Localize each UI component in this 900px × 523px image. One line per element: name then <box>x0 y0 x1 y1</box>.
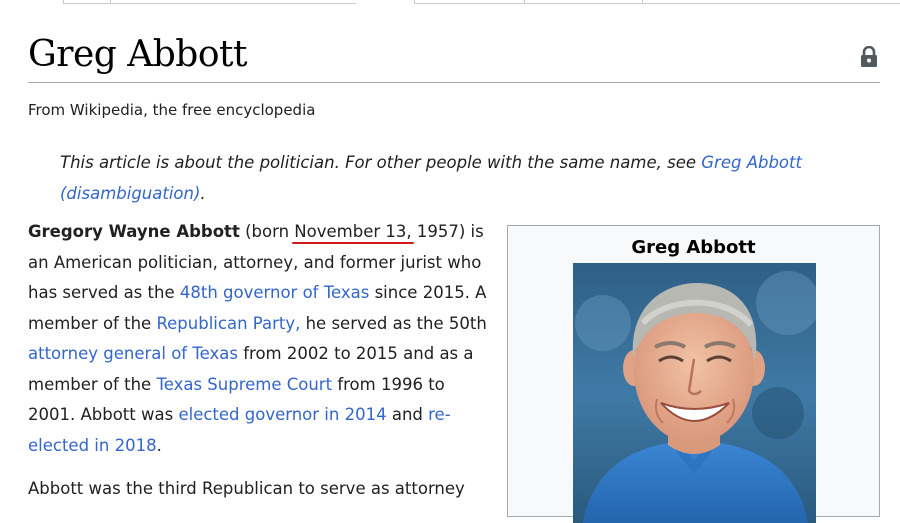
lead-text: he served as the 50th <box>300 313 487 333</box>
title-divider <box>28 82 880 83</box>
page-tabs <box>0 0 900 4</box>
tab[interactable] <box>642 0 900 4</box>
tab[interactable] <box>524 0 643 4</box>
lead-text: (born <box>239 222 295 241</box>
second-paragraph: Abbott was the third Republican to serve… <box>28 479 465 498</box>
hatnote-end: . <box>200 183 206 203</box>
site-tagline: From Wikipedia, the free encyclopedia <box>28 101 316 119</box>
lock-icon[interactable] <box>859 45 879 68</box>
party-link[interactable]: Republican Party, <box>156 314 300 333</box>
attorney-general-link[interactable]: attorney general of Texas <box>28 344 238 363</box>
subject-name: Gregory Wayne Abbott <box>28 222 240 241</box>
election-2014-link[interactable]: elected governor in 2014 <box>178 405 386 424</box>
birthdate-highlight: November 13, <box>294 222 412 241</box>
infobox-title: Greg Abbott <box>631 237 756 258</box>
lead-paragraph: Gregory Wayne Abbott (born November 13, … <box>28 217 488 461</box>
tab[interactable] <box>63 0 111 4</box>
infobox: Greg Abbott <box>507 225 880 523</box>
supreme-court-link[interactable]: Texas Supreme Court <box>156 375 332 394</box>
hatnote-text: This article is about the politician. Fo… <box>60 153 702 172</box>
page-title: Greg Abbott <box>28 34 247 75</box>
lead-text: and <box>386 405 429 424</box>
tab[interactable] <box>110 0 356 4</box>
hatnote: This article is about the politician. Fo… <box>60 148 850 209</box>
portrait-photo[interactable] <box>573 263 816 523</box>
governor-link[interactable]: 48th governor of Texas <box>180 283 369 302</box>
lead-text: . <box>156 435 162 455</box>
tab[interactable] <box>414 0 525 4</box>
